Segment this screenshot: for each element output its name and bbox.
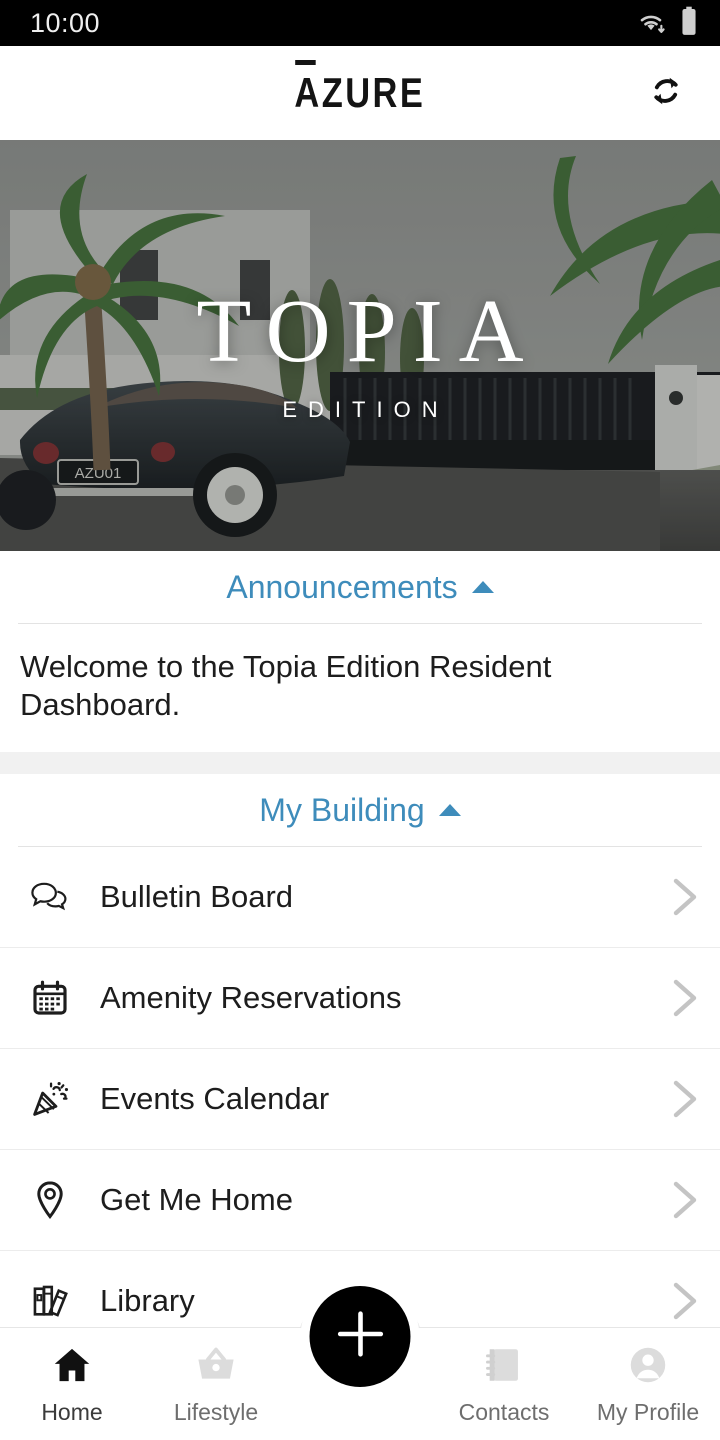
nav-item-home[interactable]: Home — [0, 1328, 144, 1440]
list-item-label: Get Me Home — [100, 1182, 293, 1218]
my-building-header[interactable]: My Building — [0, 774, 720, 846]
nav-label-my-profile: My Profile — [596, 1399, 700, 1425]
scroll-content[interactable]: AZU01 TOPIA EDITION Announcements Welcom… — [0, 140, 720, 1440]
list-item-amenity-reservations[interactable]: Amenity Reservations — [0, 948, 720, 1050]
announcements-header[interactable]: Announcements — [0, 551, 720, 623]
chevron-right-icon — [658, 877, 698, 917]
list-item-bulletin-board[interactable]: Bulletin Board — [0, 847, 720, 949]
app-bar: AZURE — [0, 46, 720, 140]
nav-item-contacts[interactable]: Contacts — [432, 1328, 576, 1440]
section-gap — [0, 752, 720, 775]
plus-icon — [331, 1305, 389, 1368]
chevron-right-icon — [658, 1180, 698, 1220]
announcement-text: Welcome to the Topia Edition Resident Da… — [20, 649, 552, 723]
avatar-icon — [625, 1343, 671, 1392]
caret-up-icon[interactable] — [471, 581, 494, 593]
app-title-text: AZURE — [294, 69, 426, 116]
announcements-body: Welcome to the Topia Edition Resident Da… — [0, 624, 720, 752]
announcements-section: Announcements Welcome to the Topia Editi… — [0, 551, 720, 753]
chevron-right-icon — [658, 1079, 698, 1119]
chevron-right-icon — [658, 1281, 698, 1321]
list-item-label: Bulletin Board — [100, 879, 294, 915]
location-pin-icon — [0, 1179, 100, 1221]
status-time: 10:00 — [30, 7, 101, 38]
hero-text-overlay: TOPIA EDITION — [0, 140, 720, 551]
home-icon — [49, 1343, 95, 1392]
nav-label-contacts: Contacts — [458, 1399, 550, 1425]
hero-subtitle: EDITION — [282, 396, 449, 422]
list-item-events-calendar[interactable]: Events Calendar — [0, 1049, 720, 1151]
add-button[interactable] — [309, 1286, 411, 1387]
wifi-icon — [634, 7, 668, 40]
refresh-button[interactable] — [638, 65, 694, 121]
hero-title: TOPIA — [196, 281, 540, 381]
announcements-title: Announcements — [226, 568, 458, 605]
my-building-section: My Building Bulletin Board Amenity Reser… — [0, 774, 720, 1353]
hero-banner[interactable]: AZU01 TOPIA EDITION — [0, 140, 720, 551]
nav-item-my-profile[interactable]: My Profile — [576, 1328, 720, 1440]
speech-bubbles-icon — [0, 879, 100, 915]
list-item-label: Events Calendar — [100, 1081, 330, 1117]
app-screen: 10:00 AZURE AZU01 TOPIA EDITION Announce… — [0, 0, 720, 1440]
refresh-icon — [644, 69, 688, 118]
nav-item-lifestyle[interactable]: Lifestyle — [144, 1328, 288, 1440]
nav-label-home: Home — [41, 1399, 103, 1425]
party-popper-icon — [0, 1078, 100, 1120]
books-icon — [0, 1280, 100, 1322]
calendar-icon — [0, 978, 100, 1018]
nav-label-lifestyle: Lifestyle — [173, 1399, 259, 1425]
macron-accent — [295, 60, 316, 65]
basket-icon — [193, 1343, 239, 1392]
address-book-icon — [482, 1343, 526, 1392]
app-title: AZURE — [294, 60, 426, 117]
list-item-label: Amenity Reservations — [100, 980, 402, 1016]
status-icons — [634, 6, 698, 41]
list-item-get-me-home[interactable]: Get Me Home — [0, 1150, 720, 1252]
my-building-title: My Building — [259, 791, 425, 828]
status-bar: 10:00 — [0, 0, 720, 46]
battery-icon — [680, 6, 698, 41]
caret-up-icon[interactable] — [438, 804, 461, 817]
chevron-right-icon — [658, 978, 698, 1018]
